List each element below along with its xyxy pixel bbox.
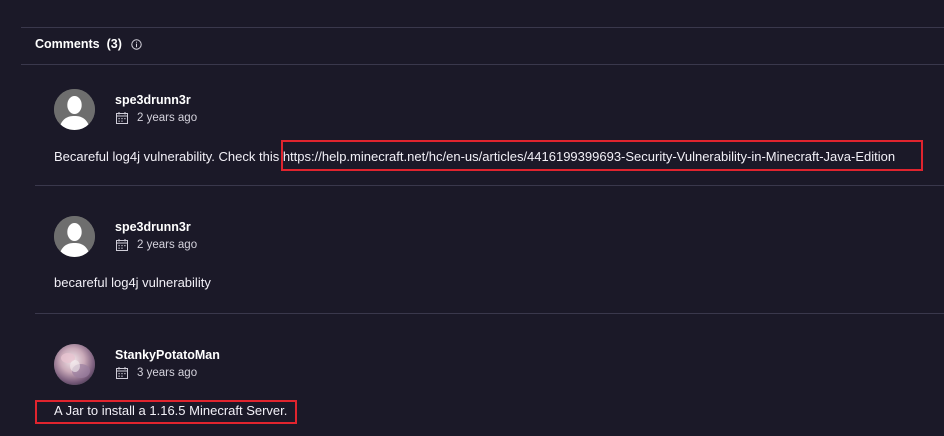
comment-time: 2 years ago — [137, 112, 198, 124]
comments-title: Comments — [35, 37, 100, 51]
comment-time: 3 years ago — [137, 367, 198, 379]
calendar-icon — [116, 239, 128, 251]
header-divider — [21, 64, 944, 65]
comment-meta: 2 years ago — [116, 239, 197, 251]
comment-author[interactable]: spe3drunn3r — [115, 93, 191, 107]
comment-author[interactable]: StankyPotatoMan — [115, 348, 220, 362]
comment-text: Becareful log4j vulnerability. Check thi… — [54, 149, 283, 164]
highlight-box — [35, 400, 297, 424]
comment-body: becareful log4j vulnerability — [54, 275, 211, 290]
top-divider — [21, 27, 944, 28]
avatar[interactable] — [54, 89, 95, 130]
avatar[interactable] — [54, 344, 95, 385]
comments-header: Comments (3) — [35, 37, 142, 51]
info-icon[interactable] — [131, 38, 142, 50]
highlight-box — [281, 140, 923, 171]
comment-time: 2 years ago — [137, 239, 198, 251]
avatar[interactable] — [54, 216, 95, 257]
comment-author[interactable]: spe3drunn3r — [115, 220, 191, 234]
comment-divider — [35, 313, 944, 314]
comments-page: Comments (3) spe3drunn3r 2 years ago Bec… — [0, 0, 944, 436]
calendar-icon — [116, 367, 128, 379]
comment-meta: 3 years ago — [116, 367, 197, 379]
comments-count: (3) — [106, 37, 122, 51]
calendar-icon — [116, 112, 128, 124]
comment-meta: 2 years ago — [116, 112, 197, 124]
comment-divider — [35, 185, 944, 186]
